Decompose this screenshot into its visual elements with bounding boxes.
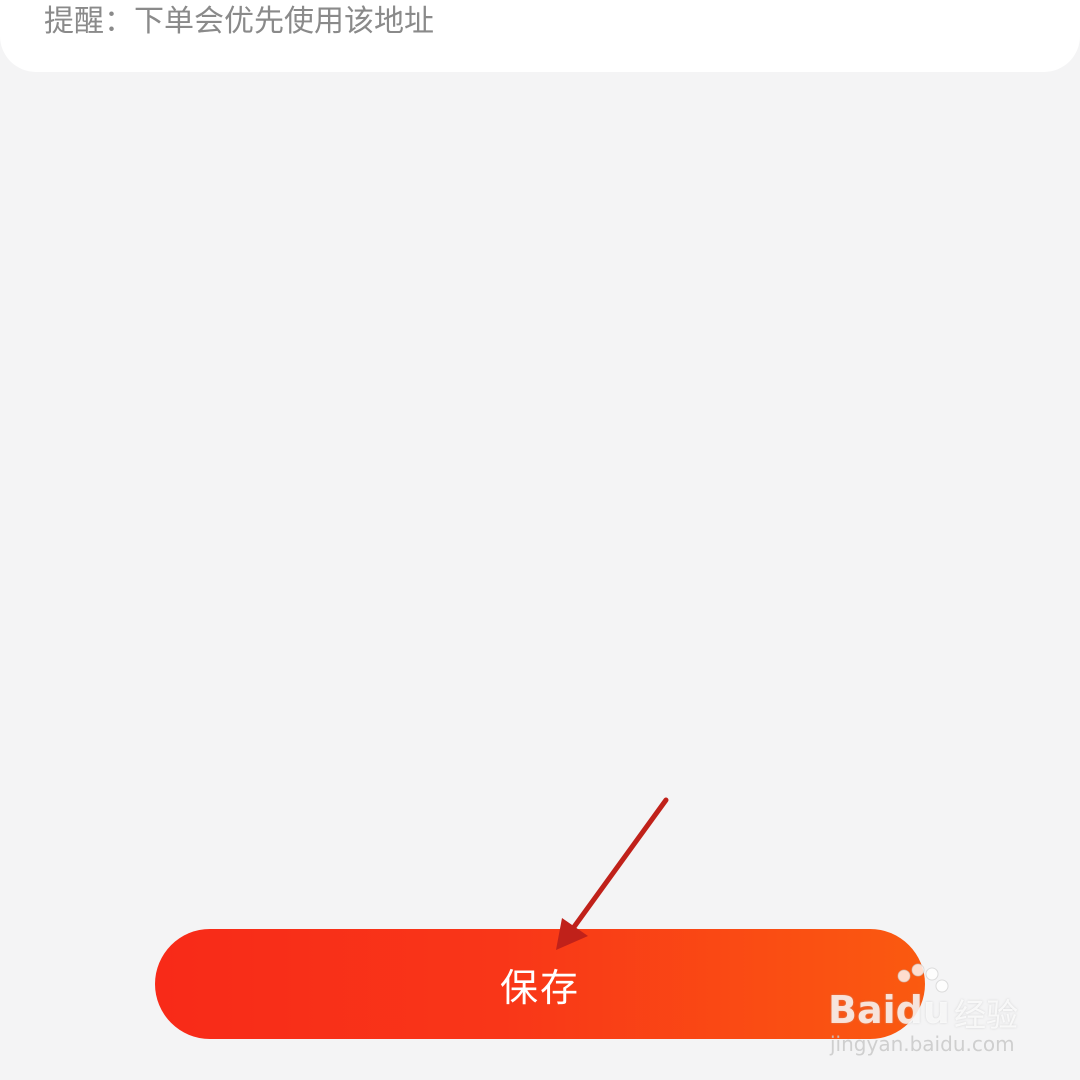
default-address-tip: 提醒：下单会优先使用该地址 bbox=[44, 4, 434, 39]
tip-card: 提醒：下单会优先使用该地址 bbox=[0, 0, 1080, 72]
address-edit-page: 提醒：下单会优先使用该地址 保存 Baidu 经验 jingyan.baidu.… bbox=[0, 0, 1080, 1080]
watermark-product: 经验 bbox=[954, 996, 1019, 1034]
annotation-arrow-icon bbox=[556, 797, 669, 950]
save-button[interactable]: 保存 bbox=[155, 929, 925, 1039]
save-button-label: 保存 bbox=[499, 967, 580, 1010]
